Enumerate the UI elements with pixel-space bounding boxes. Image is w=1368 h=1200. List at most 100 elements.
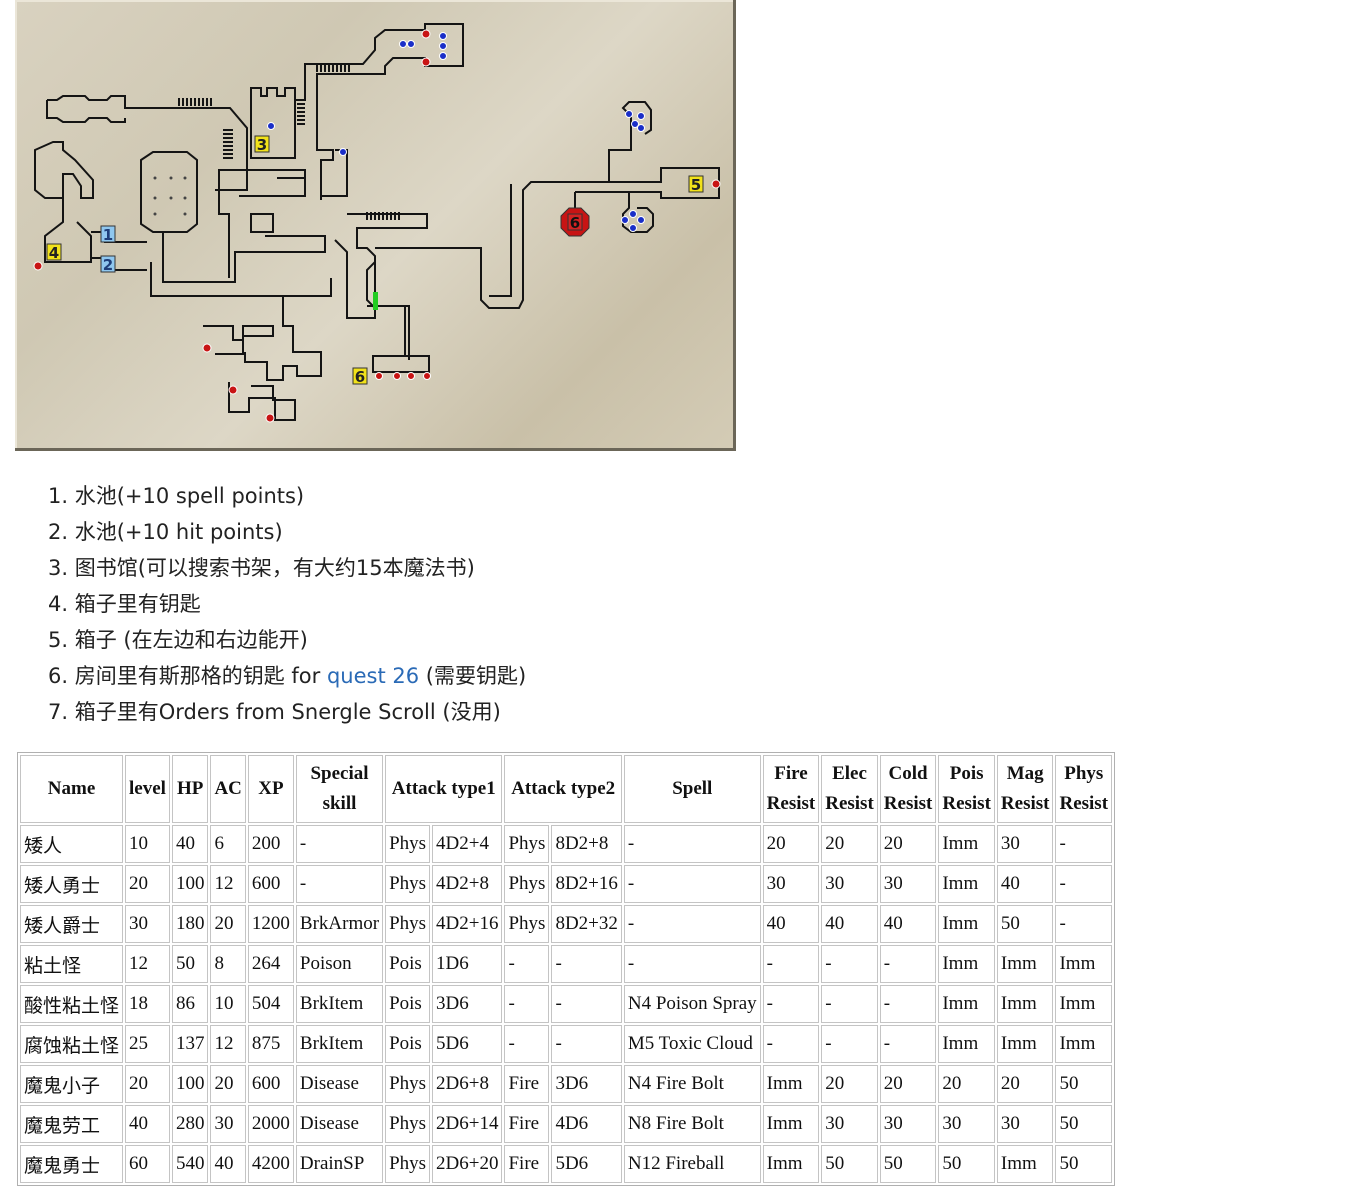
table-cell: 30 — [821, 1105, 878, 1143]
table-cell: - — [821, 1025, 878, 1063]
table-cell: 8D2+16 — [551, 865, 622, 903]
column-header: HP — [171, 755, 209, 823]
table-cell: Imm — [762, 1105, 820, 1143]
table-cell: 875 — [247, 1025, 294, 1063]
table-cell: Pois — [385, 985, 431, 1023]
svg-text:1: 1 — [103, 226, 113, 244]
table-cell: - — [762, 985, 820, 1023]
table-cell: 30 — [125, 905, 170, 943]
table-cell: 12 — [125, 945, 170, 983]
table-cell: 10 — [125, 825, 170, 863]
column-header: Phys Resist — [1055, 755, 1113, 823]
monster-name-cell: 酸性粘土怪 — [20, 985, 124, 1023]
table-cell: 4D2+16 — [432, 905, 503, 943]
table-cell: 50 — [996, 905, 1054, 943]
table-cell: 2D6+20 — [432, 1145, 503, 1183]
table-cell: - — [623, 825, 761, 863]
table-cell: 2D6+14 — [432, 1105, 503, 1143]
table-cell: 30 — [996, 1105, 1054, 1143]
table-cell: Imm — [762, 1145, 820, 1183]
monster-name-cell: 矮人爵士 — [20, 905, 124, 943]
table-cell: 8D2+32 — [551, 905, 622, 943]
monster-name-cell: 粘土怪 — [20, 945, 124, 983]
table-cell: - — [551, 1025, 622, 1063]
table-cell: Imm — [996, 1025, 1054, 1063]
table-row: 魔鬼勇士 60 540 40 4200 DrainSP Phys 2D6+20 Fire 5D6 N… — [20, 1145, 1113, 1183]
table-row: 腐蚀粘土怪 25 137 12 875 BrkItem Pois 5D6- - M5 Toxic … — [20, 1025, 1113, 1063]
table-cell: 8 — [210, 945, 246, 983]
monster-name-cell: 魔鬼劳工 — [20, 1105, 124, 1143]
table-cell: Imm — [938, 825, 995, 863]
table-cell: 4D6 — [551, 1105, 622, 1143]
table-cell: - — [879, 1025, 937, 1063]
svg-text:6: 6 — [570, 214, 580, 232]
table-cell: Phys — [504, 905, 550, 943]
table-cell: - — [295, 825, 384, 863]
monster-name-cell: 腐蚀粘土怪 — [20, 1025, 124, 1063]
table-cell: N8 Fire Bolt — [623, 1105, 761, 1143]
table-cell: Phys — [504, 865, 550, 903]
monster-table: Name level HP AC XP Special skill Attack type1 A… — [17, 752, 1116, 1186]
table-cell: 3D6 — [551, 1065, 622, 1103]
table-cell: - — [504, 945, 550, 983]
map-marker-5: 5 — [688, 175, 704, 194]
monster-name-cell: 矮人勇士 — [20, 865, 124, 903]
table-row: 魔鬼小子 20 100 20 600 Disease Phys 2D6+8 Fire 3D6 N4 … — [20, 1065, 1113, 1103]
note-item: 2. 水池(+10 hit points) — [48, 520, 283, 544]
table-cell: 12 — [210, 865, 246, 903]
table-cell: - — [762, 945, 820, 983]
table-cell: - — [623, 945, 761, 983]
table-cell: DrainSP — [295, 1145, 384, 1183]
note-item: 6. 房间里有斯那格的钥匙 for quest 26 (需要钥匙) — [48, 664, 527, 688]
table-cell: - — [1055, 825, 1113, 863]
table-cell: 20 — [996, 1065, 1054, 1103]
column-header: Elec Resist — [821, 755, 878, 823]
svg-text:5: 5 — [691, 176, 701, 194]
column-header: XP — [247, 755, 294, 823]
quest-link[interactable]: quest 26 — [327, 664, 419, 688]
table-cell: 30 — [821, 865, 878, 903]
table-cell: 60 — [125, 1145, 170, 1183]
column-header: Attack type2 — [504, 755, 622, 823]
table-cell: - — [623, 905, 761, 943]
table-cell: 50 — [821, 1145, 878, 1183]
svg-text:4: 4 — [49, 244, 59, 262]
note-item: 5. 箱子 (在左边和右边能开) — [48, 628, 308, 652]
table-cell: 50 — [1055, 1145, 1113, 1183]
monster-name-cell: 矮人 — [20, 825, 124, 863]
table-cell: 40 — [125, 1105, 170, 1143]
table-cell: - — [504, 985, 550, 1023]
column-header: Name — [20, 755, 124, 823]
table-cell: 5D6 — [432, 1025, 503, 1063]
table-cell: 20 — [821, 1065, 878, 1103]
table-cell: 20 — [762, 825, 820, 863]
table-cell: Phys — [385, 1065, 431, 1103]
table-cell: Fire — [504, 1145, 550, 1183]
table-cell: - — [551, 985, 622, 1023]
table-cell: Disease — [295, 1105, 384, 1143]
table-cell: 30 — [879, 1105, 937, 1143]
column-header: Mag Resist — [996, 755, 1054, 823]
table-cell: Imm — [938, 865, 995, 903]
table-cell: Imm — [996, 985, 1054, 1023]
table-cell: 30 — [938, 1105, 995, 1143]
table-cell: 180 — [171, 905, 209, 943]
table-cell: Phys — [385, 1105, 431, 1143]
table-cell: - — [551, 945, 622, 983]
table-row: 矮人勇士 20 100 12 600- Phys 4D2+8 Phys 8D2+16-30 30 3… — [20, 865, 1113, 903]
table-cell: Imm — [762, 1065, 820, 1103]
table-cell: 1200 — [247, 905, 294, 943]
table-cell: BrkArmor — [295, 905, 384, 943]
table-cell: Phys — [504, 825, 550, 863]
table-cell: Imm — [938, 985, 995, 1023]
table-cell: 20 — [125, 1065, 170, 1103]
table-cell: - — [295, 865, 384, 903]
table-cell: 3D6 — [432, 985, 503, 1023]
table-cell: 540 — [171, 1145, 209, 1183]
table-cell: BrkItem — [295, 1025, 384, 1063]
column-header: Cold Resist — [879, 755, 937, 823]
note-item: 3. 图书馆(可以搜索书架，有大约15本魔法书) — [48, 556, 475, 580]
column-header: AC — [210, 755, 246, 823]
dungeon-map-drawing: 1 2 3 4 5 6 6 — [33, 23, 721, 423]
table-cell: 20 — [210, 905, 246, 943]
